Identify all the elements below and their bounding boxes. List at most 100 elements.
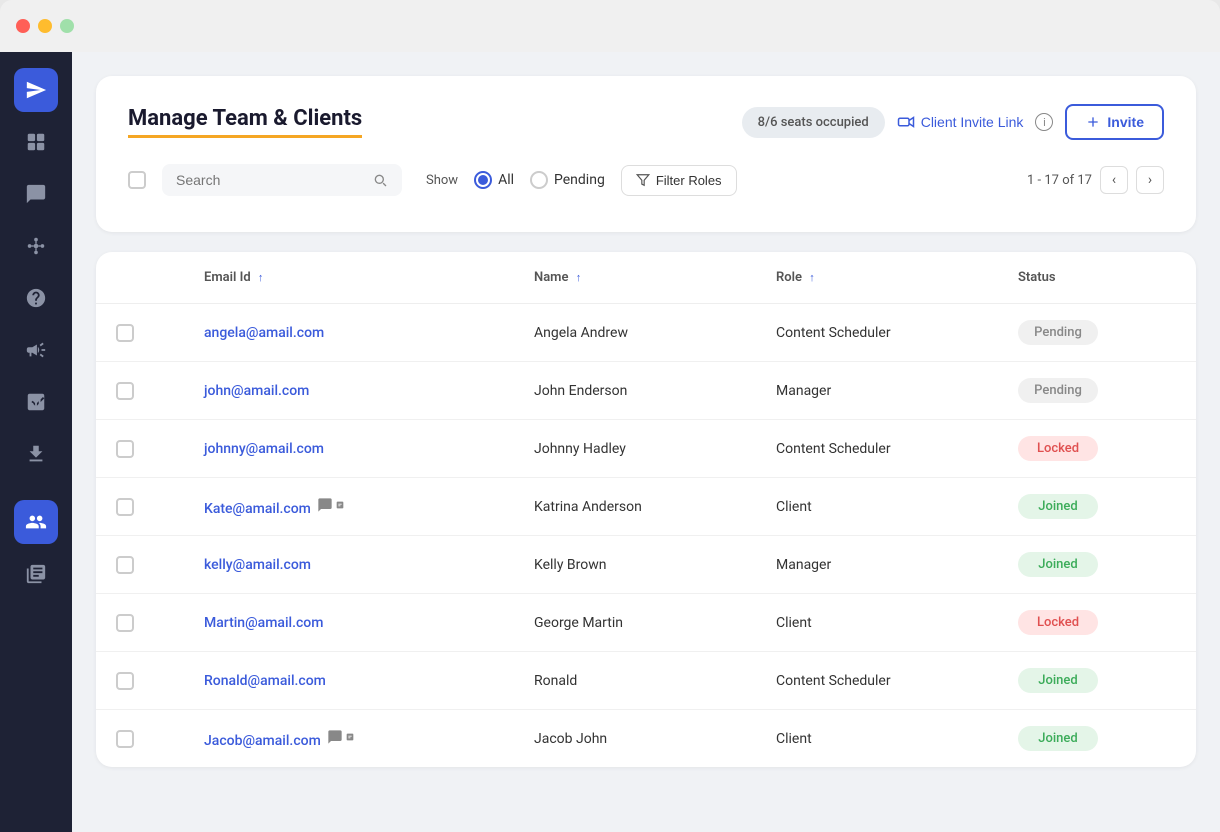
invite-button[interactable]: Invite	[1065, 104, 1164, 140]
row-status-cell: Joined	[998, 652, 1196, 710]
row-checkbox[interactable]	[116, 440, 134, 458]
filter-icon	[636, 173, 650, 187]
library-icon[interactable]	[14, 552, 58, 596]
row-name-cell: Katrina Anderson	[514, 478, 756, 536]
row-checkbox-cell	[96, 710, 184, 768]
status-badge: Pending	[1018, 378, 1098, 403]
close-button[interactable]	[16, 19, 30, 33]
header-card: Manage Team & Clients 8/6 seats occupied…	[96, 76, 1196, 232]
master-checkbox[interactable]	[128, 171, 146, 189]
row-status-cell: Joined	[998, 710, 1196, 768]
prev-page-button[interactable]: ‹	[1100, 166, 1128, 194]
row-checkbox[interactable]	[116, 382, 134, 400]
info-icon[interactable]: i	[1035, 113, 1053, 131]
row-email-cell: john@amail.com	[184, 362, 514, 420]
col-header-role[interactable]: Role ↑	[756, 252, 998, 304]
radio-pending[interactable]: Pending	[530, 171, 605, 189]
next-page-button[interactable]: ›	[1136, 166, 1164, 194]
row-name-cell: John Enderson	[514, 362, 756, 420]
row-email-cell: Ronald@amail.com	[184, 652, 514, 710]
col-name-sort-icon: ↑	[576, 271, 582, 284]
row-email-cell: Martin@amail.com	[184, 594, 514, 652]
row-status-cell: Joined	[998, 536, 1196, 594]
row-checkbox[interactable]	[116, 498, 134, 516]
radio-group: All Pending	[474, 171, 605, 189]
row-name-cell: Johnny Hadley	[514, 420, 756, 478]
row-role-cell: Manager	[756, 536, 998, 594]
sidebar	[0, 52, 72, 832]
download-icon[interactable]	[14, 432, 58, 476]
row-name-cell: Jacob John	[514, 710, 756, 768]
megaphone-icon[interactable]	[14, 328, 58, 372]
row-email-link[interactable]: Martin@amail.com	[204, 615, 323, 631]
row-email-link[interactable]: kelly@amail.com	[204, 557, 311, 573]
invite-button-label: Invite	[1107, 114, 1144, 130]
search-box[interactable]	[162, 164, 402, 196]
team-icon[interactable]	[14, 500, 58, 544]
maximize-button[interactable]	[60, 19, 74, 33]
row-checkbox[interactable]	[116, 614, 134, 632]
invite-link-button[interactable]: Client Invite Link	[897, 113, 1024, 131]
toolbar: Show All Pending Filter Roles	[128, 164, 1164, 196]
table-row: johnny@amail.com Johnny Hadley Content S…	[96, 420, 1196, 478]
row-checkbox[interactable]	[116, 672, 134, 690]
row-status-cell: Pending	[998, 304, 1196, 362]
page-title: Manage Team & Clients	[128, 106, 362, 138]
table-card: Email Id ↑ Name ↑ Role ↑ Status	[96, 252, 1196, 767]
col-status-label: Status	[1018, 270, 1056, 285]
row-role-cell: Client	[756, 710, 998, 768]
filter-roles-button[interactable]: Filter Roles	[621, 165, 737, 196]
row-status-cell: Pending	[998, 362, 1196, 420]
row-checkbox-cell	[96, 304, 184, 362]
status-badge: Pending	[1018, 320, 1098, 345]
chat-icon[interactable]	[14, 172, 58, 216]
row-email-link[interactable]: angela@amail.com	[204, 325, 324, 341]
row-email-link[interactable]: johnny@amail.com	[204, 441, 324, 457]
col-role-label: Role	[776, 270, 802, 285]
members-table: Email Id ↑ Name ↑ Role ↑ Status	[96, 252, 1196, 767]
radio-all-circle	[474, 171, 492, 189]
row-role-cell: Manager	[756, 362, 998, 420]
row-checkbox-cell	[96, 420, 184, 478]
table-row: Jacob@amail.com Jacob John Client Joined	[96, 710, 1196, 768]
search-input[interactable]	[176, 172, 364, 188]
analytics-icon[interactable]	[14, 380, 58, 424]
row-checkbox[interactable]	[116, 556, 134, 574]
row-name-cell: Angela Andrew	[514, 304, 756, 362]
row-role-cell: Content Scheduler	[756, 420, 998, 478]
table-row: Martin@amail.com George Martin Client Lo…	[96, 594, 1196, 652]
row-email-link[interactable]: Ronald@amail.com	[204, 673, 326, 689]
network-icon[interactable]	[14, 224, 58, 268]
radio-all[interactable]: All	[474, 171, 514, 189]
status-badge: Locked	[1018, 610, 1098, 635]
minimize-button[interactable]	[38, 19, 52, 33]
table-row: angela@amail.com Angela Andrew Content S…	[96, 304, 1196, 362]
dashboard-icon[interactable]	[14, 120, 58, 164]
app-window: Manage Team & Clients 8/6 seats occupied…	[0, 52, 1220, 832]
support-icon[interactable]	[14, 276, 58, 320]
row-status-cell: Locked	[998, 420, 1196, 478]
col-header-email[interactable]: Email Id ↑	[184, 252, 514, 304]
header-actions: 8/6 seats occupied Client Invite Link i …	[742, 104, 1164, 140]
radio-all-label: All	[498, 172, 514, 188]
title-bar	[0, 0, 1220, 52]
row-email-link[interactable]: Kate@amail.com	[204, 501, 311, 517]
row-checkbox-cell	[96, 594, 184, 652]
row-checkbox[interactable]	[116, 324, 134, 342]
row-checkbox[interactable]	[116, 730, 134, 748]
row-email-cell: Jacob@amail.com	[184, 710, 514, 768]
table-row: kelly@amail.com Kelly Brown Manager Join…	[96, 536, 1196, 594]
row-email-link[interactable]: john@amail.com	[204, 383, 309, 399]
table-row: Ronald@amail.com Ronald Content Schedule…	[96, 652, 1196, 710]
filter-roles-label: Filter Roles	[656, 173, 722, 188]
status-badge: Joined	[1018, 726, 1098, 751]
table-row: Kate@amail.com Katrina Anderson Client J…	[96, 478, 1196, 536]
table-header-row: Email Id ↑ Name ↑ Role ↑ Status	[96, 252, 1196, 304]
navigation-icon[interactable]	[14, 68, 58, 112]
chat-bubble-icon	[327, 729, 355, 745]
row-email-link[interactable]: Jacob@amail.com	[204, 733, 321, 749]
col-header-name[interactable]: Name ↑	[514, 252, 756, 304]
row-checkbox-cell	[96, 478, 184, 536]
row-role-cell: Content Scheduler	[756, 652, 998, 710]
row-name-cell: George Martin	[514, 594, 756, 652]
